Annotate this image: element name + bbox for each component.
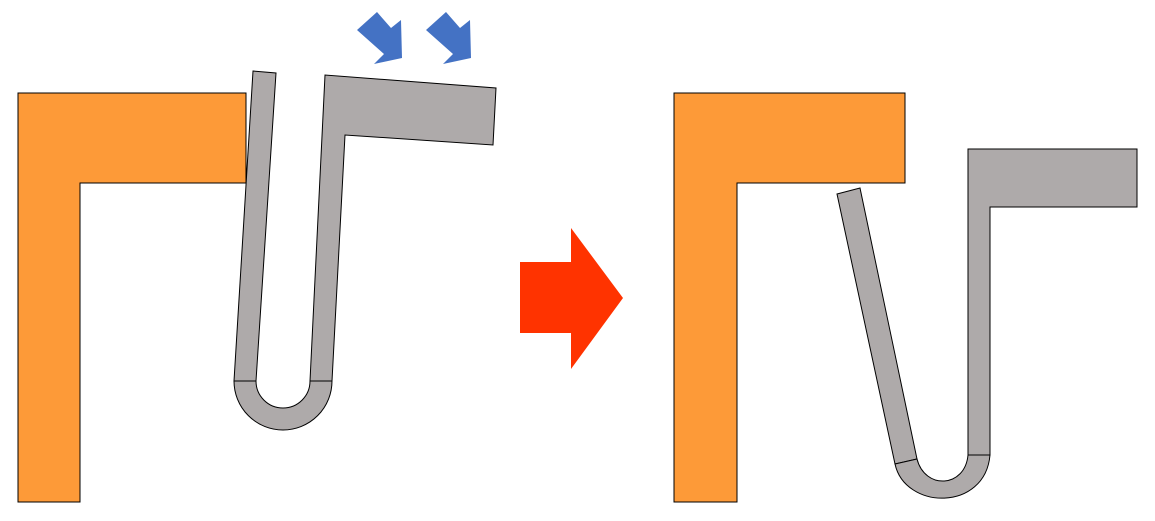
clip-u-bend-before [233,380,333,431]
diagram-canvas [0,0,1155,521]
press-arrow-1-icon [357,12,402,64]
clip-right-leg-before [309,74,497,382]
clip-left-leg-after [836,187,918,465]
diagram-svg [17,12,1138,503]
panel-before [17,12,497,503]
panel-after [673,92,1138,503]
transition-arrow-icon [520,228,623,369]
wall-bracket-left [17,92,247,503]
clip-right-leg-after [967,148,1138,456]
clip-u-bend-after [894,454,991,499]
press-arrow-2-icon [426,12,471,64]
